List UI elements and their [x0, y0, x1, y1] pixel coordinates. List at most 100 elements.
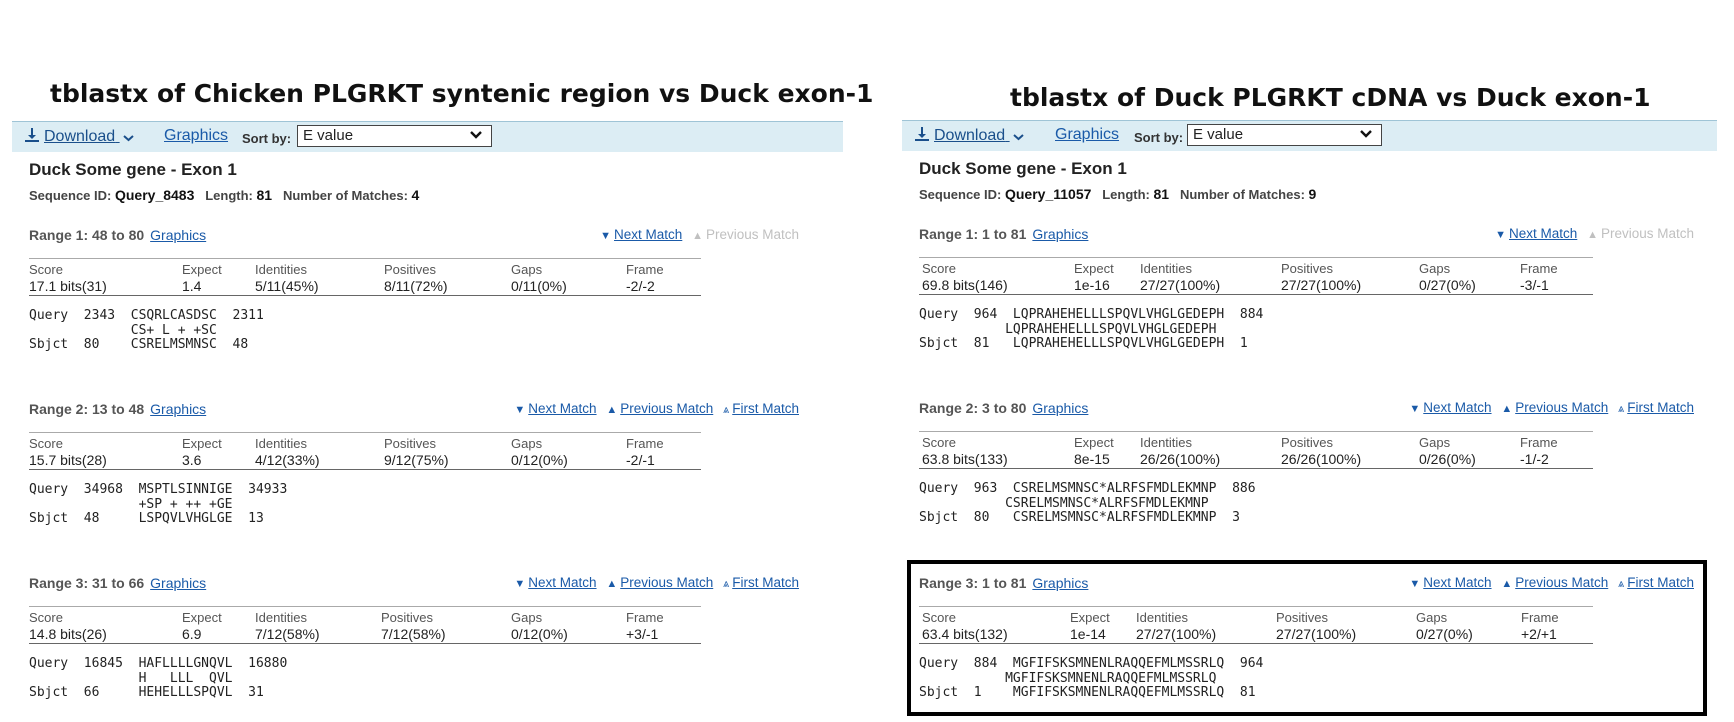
positives-stat: Positives 7/12(58%): [381, 610, 446, 642]
range-2: Range 2: 13 to 48 Graphics ▼ Next Match ▲ P…: [29, 401, 799, 531]
range-stats: Score 15.7 bits(28) Expect 3.6 Identities 4…: [29, 432, 701, 470]
graphics-link[interactable]: Graphics: [164, 127, 228, 145]
score-stat: Score 63.4 bits(132): [922, 610, 1008, 642]
next-match-link[interactable]: ▼ Next Match: [514, 575, 596, 590]
double-triangle-up-icon: ⩓: [723, 578, 730, 590]
number-of-matches: 4: [411, 187, 420, 203]
positives-stat: Positives 27/27(100%): [1276, 610, 1357, 642]
range-stats: Score 69.8 bits(146) Expect 1e-16 Identiti…: [919, 257, 1593, 295]
sequence-title: Duck Some gene - Exon 1: [919, 159, 1127, 178]
range-graphics-link[interactable]: Graphics: [1032, 400, 1088, 416]
next-match-link[interactable]: ▼ Next Match: [1495, 226, 1577, 241]
frame-stat: Frame -1/-2: [1520, 435, 1558, 467]
panel-title: tblastx of Duck PLGRKT cDNA vs Duck exon…: [1010, 83, 1651, 112]
download-button[interactable]: Download: [24, 127, 138, 146]
match-navigation: ▼ Next Match ▲ Previous Match ⩓ First Match: [1403, 400, 1694, 416]
panel-title: tblastx of Chicken PLGRKT syntenic regio…: [50, 79, 874, 108]
range-1: Range 1: 48 to 80 Graphics ▼ Next Match ▲ P…: [29, 227, 799, 357]
range-graphics-link[interactable]: Graphics: [150, 575, 206, 591]
download-button[interactable]: Download: [914, 126, 1028, 145]
gaps-stat: Gaps 0/27(0%): [1416, 610, 1473, 642]
score-stat: Score 15.7 bits(28): [29, 436, 107, 468]
previous-match-link[interactable]: ▲ Previous Match: [606, 575, 713, 590]
frame-stat: Frame +3/-1: [626, 610, 664, 642]
range-stats: Score 63.4 bits(132) Expect 1e-14 Identiti…: [919, 606, 1593, 644]
triangle-down-icon: ▼: [514, 578, 526, 590]
range-label: Range 1: 48 to 80 Graphics: [29, 227, 207, 243]
sort-by-select[interactable]: E value: [1187, 124, 1382, 146]
expect-stat: Expect 1.4: [182, 262, 222, 294]
next-match-link[interactable]: ▼ Next Match: [600, 227, 682, 242]
alignment-block: Query 884 MGFIFSKSMNENLRAQQEFMLMSSRLQ 96…: [919, 656, 1264, 700]
graphics-link[interactable]: Graphics: [1055, 126, 1119, 144]
previous-match-link: ▲ Previous Match: [692, 227, 799, 242]
download-icon: [25, 128, 39, 142]
sequence-meta: Sequence ID: Query_8483 Length: 81 Numbe…: [29, 187, 420, 203]
chevron-down-icon: [1012, 134, 1024, 141]
positives-stat: Positives 9/12(75%): [384, 436, 449, 468]
identities-stat: Identities 7/12(58%): [255, 610, 320, 642]
first-match-link[interactable]: ⩓ First Match: [723, 575, 799, 590]
score-stat: Score 17.1 bits(31): [29, 262, 107, 294]
range-label: Range 3: 1 to 81 Graphics: [919, 575, 1089, 591]
expect-stat: Expect 1e-14: [1070, 610, 1110, 642]
first-match-link[interactable]: ⩓ First Match: [1618, 400, 1694, 415]
identities-stat: Identities 26/26(100%): [1140, 435, 1221, 467]
range-3: Range 3: 1 to 81 Graphics ▼ Next Match ▲ Pr…: [919, 575, 1694, 705]
alignment-block: Query 2343 CSQRLCASDSC 2311 CS+ L + +SC …: [29, 308, 264, 352]
identities-stat: Identities 4/12(33%): [255, 436, 320, 468]
sort-by-value: E value: [303, 127, 354, 144]
range-1: Range 1: 1 to 81 Graphics ▼ Next Match ▲ Pr…: [919, 226, 1694, 356]
frame-stat: Frame -2/-1: [626, 436, 664, 468]
first-match-link[interactable]: ⩓ First Match: [723, 401, 799, 416]
chevron-down-icon: [122, 135, 134, 142]
gaps-stat: Gaps 0/12(0%): [511, 610, 568, 642]
positives-stat: Positives 27/27(100%): [1281, 261, 1362, 293]
triangle-up-icon: ▲: [692, 230, 703, 242]
triangle-up-icon: ▲: [1501, 403, 1513, 415]
triangle-up-icon: ▲: [606, 404, 618, 416]
range-graphics-link[interactable]: Graphics: [150, 401, 206, 417]
range-graphics-link[interactable]: Graphics: [150, 227, 206, 243]
next-match-link[interactable]: ▼ Next Match: [1409, 575, 1491, 590]
chevron-down-icon: [1360, 130, 1372, 138]
double-triangle-up-icon: ⩓: [1618, 403, 1625, 415]
gaps-stat: Gaps 0/26(0%): [1419, 435, 1476, 467]
sort-by-value: E value: [1193, 126, 1244, 143]
alignment-block: Query 963 CSRELMSMNSC*ALRFSFMDLEKMNP 886…: [919, 481, 1256, 525]
triangle-down-icon: ▼: [1495, 229, 1507, 241]
score-stat: Score 69.8 bits(146): [922, 261, 1008, 293]
sequence-id: Query_11057: [1004, 186, 1092, 202]
first-match-link[interactable]: ⩓ First Match: [1618, 575, 1694, 590]
range-label: Range 2: 3 to 80 Graphics: [919, 400, 1089, 416]
expect-stat: Expect 6.9: [182, 610, 222, 642]
gaps-stat: Gaps 0/12(0%): [511, 436, 568, 468]
sequence-length: 81: [1153, 186, 1170, 202]
sort-by-select[interactable]: E value: [297, 125, 492, 147]
previous-match-link[interactable]: ▲ Previous Match: [1501, 400, 1608, 415]
range-graphics-link[interactable]: Graphics: [1032, 226, 1088, 242]
triangle-down-icon: ▼: [1409, 403, 1421, 415]
sequence-meta: Sequence ID: Query_11057 Length: 81 Numb…: [919, 186, 1317, 202]
next-match-link[interactable]: ▼ Next Match: [1409, 400, 1491, 415]
next-match-link[interactable]: ▼ Next Match: [514, 401, 596, 416]
positives-stat: Positives 26/26(100%): [1281, 435, 1362, 467]
range-stats: Score 63.8 bits(133) Expect 8e-15 Identiti…: [919, 431, 1593, 469]
sort-by-label: Sort by:: [1134, 130, 1184, 145]
range-label: Range 3: 31 to 66 Graphics: [29, 575, 207, 591]
range-graphics-link[interactable]: Graphics: [1032, 575, 1088, 591]
positives-stat: Positives 8/11(72%): [384, 262, 448, 294]
triangle-down-icon: ▼: [600, 230, 612, 242]
identities-stat: Identities 27/27(100%): [1136, 610, 1217, 642]
triangle-up-icon: ▲: [1501, 578, 1513, 590]
previous-match-link[interactable]: ▲ Previous Match: [606, 401, 713, 416]
match-navigation: ▼ Next Match ▲ Previous Match ⩓ First Match: [1403, 575, 1694, 591]
previous-match-link: ▲ Previous Match: [1587, 226, 1694, 241]
match-navigation: ▼ Next Match ▲ Previous Match ⩓ First Match: [508, 575, 799, 591]
gaps-stat: Gaps 0/27(0%): [1419, 261, 1476, 293]
triangle-up-icon: ▲: [606, 578, 618, 590]
match-navigation: ▼ Next Match ▲ Previous Match ⩓ First Match: [508, 401, 799, 417]
identities-stat: Identities 27/27(100%): [1140, 261, 1221, 293]
sequence-length: 81: [256, 187, 273, 203]
previous-match-link[interactable]: ▲ Previous Match: [1501, 575, 1608, 590]
